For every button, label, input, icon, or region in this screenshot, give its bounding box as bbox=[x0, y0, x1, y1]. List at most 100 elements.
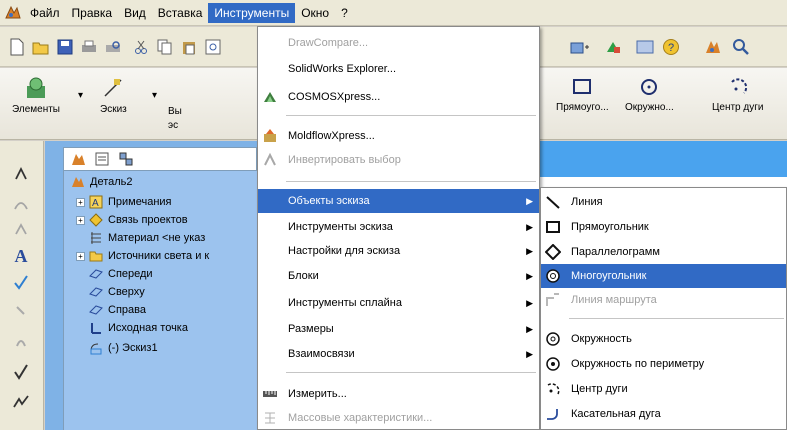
menu-item-sketch-entities[interactable]: Объекты эскиза ▶ bbox=[258, 189, 539, 213]
save-icon[interactable] bbox=[54, 36, 76, 58]
text-tool-icon[interactable]: A bbox=[10, 245, 32, 267]
search-icon[interactable] bbox=[730, 36, 752, 58]
menu-item-sketch-settings[interactable]: Настройки для эскиза ▶ bbox=[258, 239, 539, 263]
sketch-button[interactable]: Эскиз bbox=[100, 76, 127, 115]
menu-window[interactable]: Окно bbox=[295, 3, 335, 23]
menu-item-perimeter-circle[interactable]: Окружность по периметру bbox=[541, 352, 786, 376]
svg-text:?: ? bbox=[668, 42, 674, 54]
tree-item-lights[interactable]: + Источники света и к bbox=[76, 247, 209, 265]
smart-dimension-icon[interactable] bbox=[10, 163, 32, 185]
tools-menu: DrawCompare... SolidWorks Explorer... CO… bbox=[257, 26, 540, 430]
menu-item-invert-selection[interactable]: Инвертировать выбор bbox=[258, 148, 539, 172]
menu-item-circle[interactable]: Окружность bbox=[541, 327, 786, 351]
add-relation-icon[interactable] bbox=[10, 361, 32, 383]
tangent-arc-icon bbox=[545, 406, 561, 422]
configuration-manager-tab-icon[interactable] bbox=[116, 150, 136, 168]
menu-item-cosmosxpress[interactable]: COSMOSXpress... bbox=[258, 85, 539, 109]
expand-icon[interactable]: + bbox=[76, 215, 85, 225]
menu-item-tangent-arc[interactable]: Касательная дуга bbox=[541, 402, 786, 426]
tree-item-sketch1[interactable]: (-) Эскиз1 bbox=[88, 339, 158, 357]
tree-item-top-plane[interactable]: Сверху bbox=[88, 283, 145, 301]
menu-item-label: Объекты эскиза bbox=[288, 195, 370, 207]
menu-item-measure[interactable]: Измерить... bbox=[258, 382, 539, 406]
menu-item-parallelogram[interactable]: Параллелограмм bbox=[541, 240, 786, 264]
menu-view[interactable]: Вид bbox=[118, 3, 152, 23]
menu-item-label: COSMOSXpress... bbox=[288, 91, 381, 103]
mass-properties-icon bbox=[262, 410, 278, 426]
tree-item-part[interactable]: Деталь2 bbox=[70, 173, 133, 191]
open-folder-icon[interactable] bbox=[30, 36, 52, 58]
menu-insert[interactable]: Вставка bbox=[152, 3, 209, 23]
menu-item-label: Взаимосвязи bbox=[288, 348, 355, 360]
menu-separator bbox=[569, 318, 784, 319]
sketch-label: Эскиз bbox=[100, 104, 127, 115]
copy-icon[interactable] bbox=[154, 36, 176, 58]
paste-icon[interactable] bbox=[178, 36, 200, 58]
property-manager-tab-icon[interactable] bbox=[92, 150, 112, 168]
new-document-icon[interactable] bbox=[6, 36, 28, 58]
sketch-chamfer-icon[interactable] bbox=[10, 331, 32, 353]
plane-icon bbox=[88, 284, 104, 300]
design-binder-icon bbox=[88, 212, 104, 228]
zoom-sheet-icon[interactable] bbox=[202, 36, 224, 58]
menu-item-drawcompare[interactable]: DrawCompare... bbox=[258, 31, 539, 55]
tree-item-label: Спереди bbox=[108, 268, 153, 280]
tree-item-label: Источники света и к bbox=[108, 250, 210, 262]
print-icon[interactable] bbox=[78, 36, 100, 58]
menu-edit[interactable]: Правка bbox=[66, 3, 119, 23]
print-preview-icon[interactable] bbox=[102, 36, 124, 58]
menu-item-route-line[interactable]: Линия маршрута bbox=[541, 288, 786, 312]
tree-item-origin[interactable]: Исходная точка bbox=[88, 319, 188, 337]
tree-item-material[interactable]: Материал <не указ bbox=[88, 229, 205, 247]
menu-tools[interactable]: Инструменты bbox=[208, 2, 296, 23]
menu-separator bbox=[286, 115, 536, 116]
center-arc-icon bbox=[545, 381, 561, 397]
menu-item-mass-properties[interactable]: Массовые характеристики... bbox=[258, 406, 539, 430]
view-orientation-icon[interactable] bbox=[569, 36, 591, 58]
menu-item-solidworks-explorer[interactable]: SolidWorks Explorer... bbox=[258, 57, 539, 81]
center-arc-button[interactable]: Центр дуги bbox=[712, 76, 763, 113]
feature-manager-tab-icon[interactable] bbox=[68, 150, 88, 168]
solidworks-resources-icon[interactable] bbox=[702, 36, 724, 58]
menu-item-center-arc[interactable]: Центр дуги bbox=[541, 377, 786, 401]
circle-button[interactable]: Окружно... bbox=[625, 76, 674, 113]
features-button[interactable]: Элементы bbox=[12, 76, 60, 115]
sketch-fillet-icon[interactable] bbox=[10, 301, 32, 323]
mirror-entities-icon[interactable] bbox=[10, 391, 32, 413]
menu-item-label: Прямоугольник bbox=[571, 221, 649, 233]
point-icon[interactable] bbox=[10, 219, 32, 241]
features-dropdown-icon[interactable]: ▾ bbox=[78, 90, 83, 101]
cut-icon[interactable] bbox=[130, 36, 152, 58]
tree-item-right-plane[interactable]: Справа bbox=[88, 301, 146, 319]
menu-item-dimensions[interactable]: Размеры ▶ bbox=[258, 317, 539, 341]
tree-item-front-plane[interactable]: Спереди bbox=[88, 265, 153, 283]
expand-icon[interactable]: + bbox=[76, 251, 85, 261]
options-icon[interactable] bbox=[634, 36, 656, 58]
expand-icon[interactable]: + bbox=[76, 197, 85, 207]
menu-item-label: Измерить... bbox=[288, 388, 347, 400]
line-icon bbox=[545, 194, 561, 210]
measure-icon bbox=[262, 386, 278, 402]
feature-manager-panel: Деталь2 + A Примечания + Связь проектов … bbox=[45, 141, 257, 430]
menu-item-polygon[interactable]: Многоугольник bbox=[541, 264, 786, 288]
menu-item-line[interactable]: Линия bbox=[541, 190, 786, 214]
menu-item-relations[interactable]: Взаимосвязи ▶ bbox=[258, 342, 539, 366]
tree-item-label: Материал <не указ bbox=[108, 232, 206, 244]
spline-icon[interactable] bbox=[10, 193, 32, 215]
menu-file[interactable]: Файл bbox=[24, 3, 66, 23]
tree-item-design-binder[interactable]: + Связь проектов bbox=[76, 211, 188, 229]
tree-item-annotations[interactable]: + A Примечания bbox=[76, 193, 172, 211]
spell-check-icon[interactable] bbox=[10, 271, 32, 293]
menu-item-rectangle[interactable]: Прямоугольник bbox=[541, 215, 786, 239]
menu-item-sketch-tools[interactable]: Инструменты эскиза ▶ bbox=[258, 215, 539, 239]
help-icon[interactable]: ? bbox=[660, 36, 682, 58]
menu-item-blocks[interactable]: Блоки ▶ bbox=[258, 264, 539, 288]
sketch-dropdown-icon[interactable]: ▾ bbox=[152, 90, 157, 101]
menu-item-moldflowxpress[interactable]: MoldflowXpress... bbox=[258, 124, 539, 148]
menu-help[interactable]: ? bbox=[335, 3, 354, 23]
menu-item-spline-tools[interactable]: Инструменты сплайна ▶ bbox=[258, 291, 539, 315]
rectangle-button[interactable]: Прямоуго... bbox=[556, 76, 609, 113]
material-icon bbox=[88, 230, 104, 246]
menu-item-label: Многоугольник bbox=[571, 270, 647, 282]
rebuild-icon[interactable] bbox=[602, 36, 624, 58]
